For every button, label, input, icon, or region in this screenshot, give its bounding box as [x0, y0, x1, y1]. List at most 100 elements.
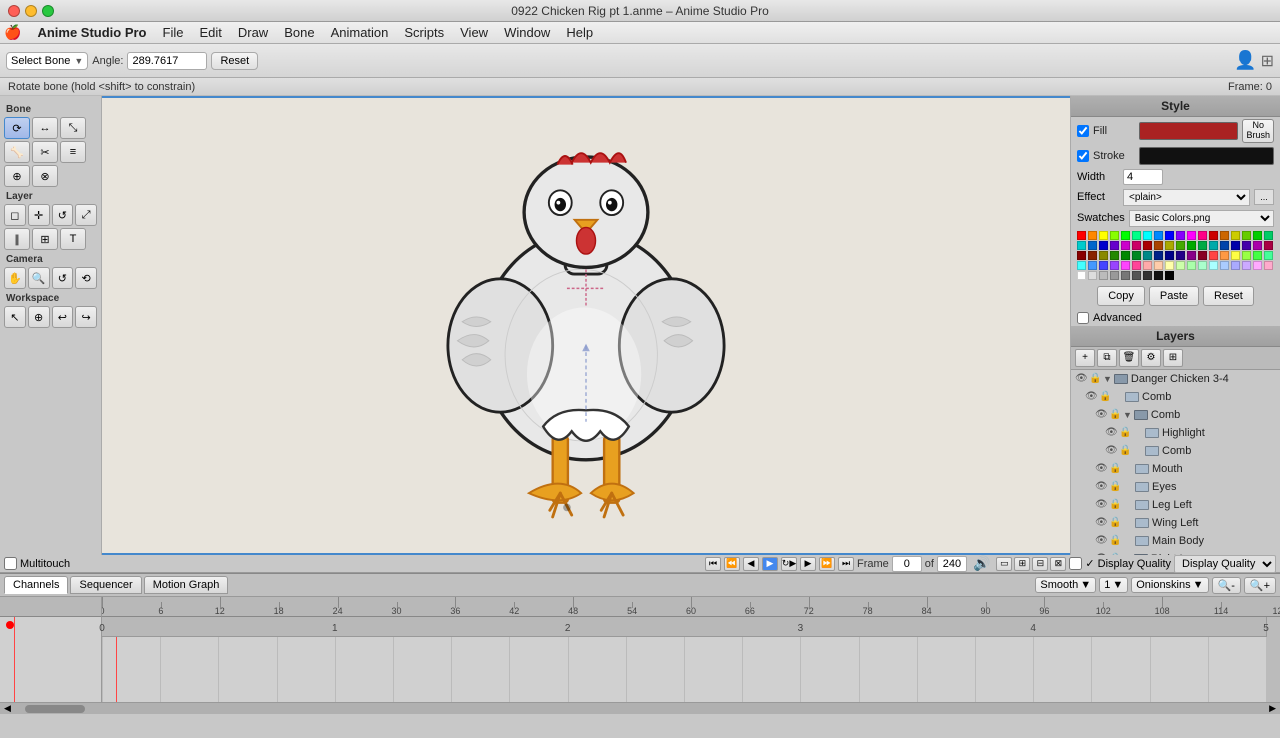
- layer-item[interactable]: 👁 🔒 Mouth: [1071, 460, 1280, 478]
- view-mode-2[interactable]: ⊞: [1014, 557, 1030, 571]
- layer-eye-icon[interactable]: 👁: [1095, 409, 1109, 420]
- color-cell[interactable]: [1077, 251, 1086, 260]
- color-cell[interactable]: [1264, 231, 1273, 240]
- color-cell[interactable]: [1154, 241, 1163, 250]
- color-cell[interactable]: [1077, 271, 1086, 280]
- layer-lock-icon[interactable]: 🔒: [1109, 409, 1123, 420]
- menu-edit[interactable]: Edit: [191, 23, 229, 42]
- color-cell[interactable]: [1165, 231, 1174, 240]
- color-cell[interactable]: [1154, 261, 1163, 270]
- color-cell[interactable]: [1099, 241, 1108, 250]
- color-cell[interactable]: [1198, 261, 1207, 270]
- color-cell[interactable]: [1209, 251, 1218, 260]
- layer-number-dropdown[interactable]: 1 ▼: [1099, 577, 1128, 593]
- layer-lock-icon[interactable]: 🔒: [1109, 517, 1123, 528]
- color-cell[interactable]: [1209, 231, 1218, 240]
- color-cell[interactable]: [1198, 231, 1207, 240]
- layer-item[interactable]: 👁 🔒 Wing Left: [1071, 514, 1280, 532]
- shear-tool[interactable]: ∥: [4, 228, 30, 250]
- color-cell[interactable]: [1143, 251, 1152, 260]
- color-cell[interactable]: [1077, 231, 1086, 240]
- timeline-zoom-in[interactable]: 🔍+: [1244, 577, 1276, 594]
- frame-input[interactable]: [892, 556, 922, 572]
- color-cell[interactable]: [1099, 231, 1108, 240]
- maximize-button[interactable]: [42, 5, 54, 17]
- layer-eye-icon[interactable]: 👁: [1095, 553, 1109, 555]
- fill-checkbox[interactable]: [1077, 125, 1089, 137]
- transform-tool[interactable]: ⊞: [32, 228, 58, 250]
- color-cell[interactable]: [1253, 261, 1262, 270]
- color-cell[interactable]: [1077, 261, 1086, 270]
- next-frame-button[interactable]: ⏩: [819, 557, 835, 571]
- angle-input[interactable]: [127, 52, 207, 70]
- layer-eye-icon[interactable]: 👁: [1095, 535, 1109, 546]
- rotate-layer-tool[interactable]: ↺: [52, 204, 74, 226]
- layer-expand-icon[interactable]: ▼: [1103, 374, 1112, 384]
- color-cell[interactable]: [1198, 241, 1207, 250]
- layer-lock-icon[interactable]: 🔒: [1109, 535, 1123, 546]
- scroll-left-button[interactable]: ◀: [0, 703, 15, 714]
- tab-channels[interactable]: Channels: [4, 576, 68, 594]
- layer-eye-icon[interactable]: 👁: [1105, 445, 1119, 456]
- color-cell[interactable]: [1176, 241, 1185, 250]
- display-quality-dropdown[interactable]: Display Quality: [1174, 555, 1276, 573]
- color-cell[interactable]: [1121, 261, 1130, 270]
- play-loop-button[interactable]: ↻▶: [781, 557, 797, 571]
- color-cell[interactable]: [1143, 261, 1152, 270]
- width-input[interactable]: [1123, 169, 1163, 185]
- color-cell[interactable]: [1121, 271, 1130, 280]
- color-cell[interactable]: [1143, 231, 1152, 240]
- zoom-tool[interactable]: 🔍: [28, 267, 50, 289]
- style-reset-button[interactable]: Reset: [1203, 286, 1254, 306]
- color-cell[interactable]: [1176, 251, 1185, 260]
- layer-item[interactable]: 👁 🔒 Leg Left: [1071, 496, 1280, 514]
- color-cell[interactable]: [1242, 251, 1251, 260]
- layer-lock-icon[interactable]: 🔒: [1119, 445, 1133, 456]
- view-mode-1[interactable]: ▭: [996, 557, 1012, 571]
- scroll-right-button[interactable]: ▶: [1265, 703, 1280, 714]
- bone-strength-tool[interactable]: ≡: [60, 141, 86, 163]
- color-cell[interactable]: [1077, 241, 1086, 250]
- scale-layer-tool[interactable]: ⤢: [75, 204, 97, 226]
- color-cell[interactable]: [1099, 261, 1108, 270]
- color-cell[interactable]: [1088, 251, 1097, 260]
- color-cell[interactable]: [1220, 231, 1229, 240]
- layer-expand-icon[interactable]: ▼: [1123, 410, 1132, 420]
- color-cell[interactable]: [1121, 241, 1130, 250]
- layer-eye-icon[interactable]: 👁: [1095, 481, 1109, 492]
- delete-layer-button[interactable]: 🗑: [1119, 349, 1139, 367]
- color-cell[interactable]: [1231, 241, 1240, 250]
- timeline-hscroll[interactable]: ◀ ▶: [0, 702, 1280, 714]
- layer-lock-icon[interactable]: 🔒: [1109, 481, 1123, 492]
- advanced-checkbox[interactable]: [1077, 312, 1089, 324]
- menu-scripts[interactable]: Scripts: [396, 23, 452, 42]
- close-button[interactable]: [8, 5, 20, 17]
- color-cell[interactable]: [1187, 251, 1196, 260]
- layer-eye-icon[interactable]: 👁: [1095, 517, 1109, 528]
- menu-file[interactable]: File: [155, 23, 192, 42]
- color-cell[interactable]: [1121, 231, 1130, 240]
- onionskins-dropdown[interactable]: Onionskins ▼: [1131, 577, 1208, 593]
- color-cell[interactable]: [1110, 251, 1119, 260]
- reparent-tool[interactable]: ⊗: [32, 165, 58, 187]
- color-cell[interactable]: [1231, 231, 1240, 240]
- layer-eye-icon[interactable]: 👁: [1095, 463, 1109, 474]
- color-cell[interactable]: [1220, 261, 1229, 270]
- add-bone-tool[interactable]: 🦴: [4, 141, 30, 163]
- color-cell[interactable]: [1231, 261, 1240, 270]
- timeline-frame-area[interactable]: 012345: [102, 617, 1266, 702]
- fast-forward-button[interactable]: ⏭: [838, 557, 854, 571]
- bind-bone-tool[interactable]: ⊕: [4, 165, 30, 187]
- color-cell[interactable]: [1264, 241, 1273, 250]
- new-layer-button[interactable]: +: [1075, 349, 1095, 367]
- color-cell[interactable]: [1110, 231, 1119, 240]
- layer-settings-button[interactable]: ⚙: [1141, 349, 1161, 367]
- color-cell[interactable]: [1242, 241, 1251, 250]
- layer-lock-icon[interactable]: 🔒: [1089, 373, 1103, 384]
- color-cell[interactable]: [1154, 231, 1163, 240]
- canvas-area[interactable]: [102, 96, 1070, 555]
- color-cell[interactable]: [1253, 251, 1262, 260]
- effect-more-button[interactable]: ...: [1254, 189, 1274, 205]
- layer-item[interactable]: 👁 🔒 Comb: [1071, 442, 1280, 460]
- tab-motion-graph[interactable]: Motion Graph: [144, 576, 229, 594]
